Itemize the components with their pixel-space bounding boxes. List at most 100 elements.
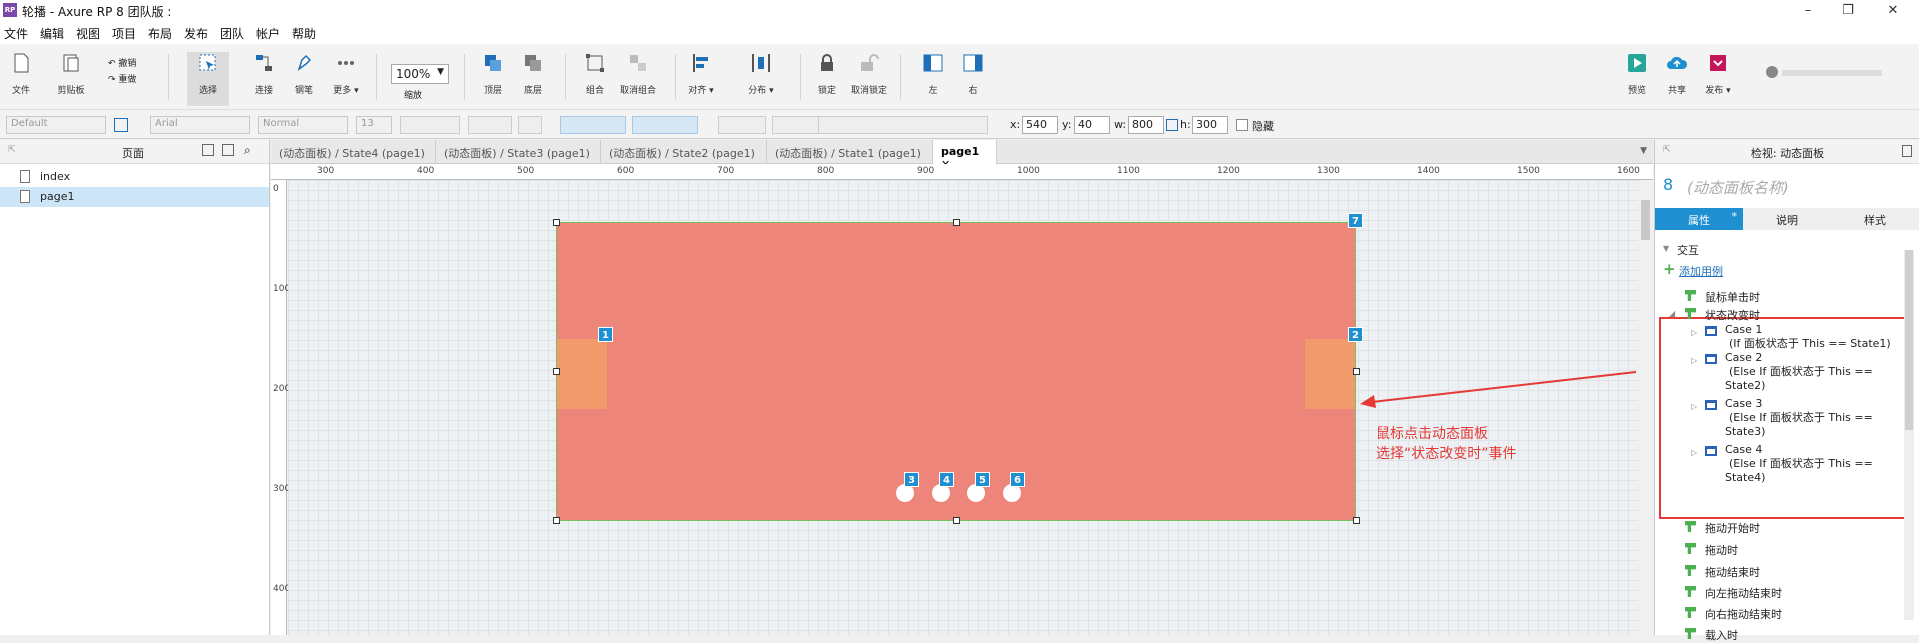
tab-properties[interactable]: 属性 *: [1655, 208, 1743, 230]
event-on-state-change[interactable]: 状态改变时: [1705, 307, 1760, 323]
tab-page1[interactable]: page1 ✕: [933, 140, 997, 171]
pen-button[interactable]: 钢笔: [283, 52, 325, 106]
fill-color-picker[interactable]: [718, 116, 766, 134]
lock-button[interactable]: 锁定: [806, 52, 848, 106]
connect-button[interactable]: 连接: [243, 52, 285, 106]
search-icon[interactable]: ⌕: [244, 143, 251, 158]
shadow-picker[interactable]: [772, 116, 820, 134]
page-item-index[interactable]: index: [0, 167, 269, 187]
style-select[interactable]: Default: [6, 116, 106, 134]
unlock-button[interactable]: 取消锁定: [848, 52, 890, 106]
left-arrow-button[interactable]: [557, 339, 607, 409]
menu-edit[interactable]: 编辑: [40, 25, 64, 42]
case-4[interactable]: Case 4 (Else If 面板状态于 This == State4): [1725, 443, 1873, 485]
design-canvas[interactable]: 7 1 2 3 4 5 6 鼠标点击动态面板 选择“状态改变时”事件: [288, 180, 1638, 635]
share-button[interactable]: 共享: [1656, 52, 1698, 106]
chevron-right-icon[interactable]: ▷: [1691, 402, 1697, 411]
h-input[interactable]: 300: [1192, 116, 1228, 134]
weight-select[interactable]: Normal: [258, 116, 348, 134]
menu-help[interactable]: 帮助: [292, 25, 316, 42]
y-input[interactable]: 40: [1074, 116, 1110, 134]
menu-layout[interactable]: 布局: [148, 25, 172, 42]
event-drag-start[interactable]: 拖动开始时: [1705, 520, 1760, 536]
menu-view[interactable]: 视图: [76, 25, 100, 42]
more-button[interactable]: 更多 ▾: [325, 52, 367, 106]
footnote-badge-4[interactable]: 4: [939, 472, 954, 487]
group-button[interactable]: 组合: [574, 52, 616, 106]
resize-handle[interactable]: [553, 219, 560, 226]
footnote-badge-5[interactable]: 5: [975, 472, 990, 487]
zoom-select[interactable]: 100% ▼: [391, 64, 449, 84]
distribute-button[interactable]: 分布 ▾: [740, 52, 782, 106]
resize-handle[interactable]: [953, 517, 960, 524]
panel-name-input[interactable]: (动态面板名称): [1687, 177, 1789, 198]
right-panel-toggle[interactable]: 右: [952, 52, 994, 106]
bold-italic-underline-group[interactable]: [400, 116, 460, 134]
collapse-icon[interactable]: ⇱: [1663, 145, 1671, 155]
event-drag-end[interactable]: 拖动结束时: [1705, 564, 1760, 580]
footnote-badge-2[interactable]: 2: [1348, 327, 1363, 342]
close-button[interactable]: ✕: [1870, 0, 1916, 22]
dynamic-panel[interactable]: [556, 222, 1356, 521]
font-color-picker[interactable]: [468, 116, 512, 134]
footnote-badge-3[interactable]: 3: [904, 472, 919, 487]
hidden-checkbox[interactable]: [1236, 119, 1248, 131]
send-to-bottom-button[interactable]: 底层: [512, 52, 554, 106]
inspector-scrollbar[interactable]: [1904, 250, 1914, 620]
list-button[interactable]: [518, 116, 542, 134]
chevron-right-icon[interactable]: ▷: [1691, 328, 1697, 337]
left-panel-toggle[interactable]: 左: [912, 52, 954, 106]
select-button[interactable]: 选择: [187, 52, 229, 106]
x-input[interactable]: 540: [1022, 116, 1058, 134]
chevron-down-icon[interactable]: ▼: [1663, 244, 1669, 253]
tab-state3[interactable]: (动态面板) / State3 (page1) ✕: [436, 140, 601, 174]
user-avatar-icon[interactable]: [1766, 66, 1778, 78]
canvas-scrollbar[interactable]: [1638, 180, 1653, 635]
redo-button[interactable]: ↷ 重做: [108, 72, 136, 85]
tab-notes[interactable]: 说明: [1743, 208, 1831, 230]
scrollbar-thumb[interactable]: [1905, 250, 1913, 430]
line-style-group[interactable]: [818, 116, 988, 134]
expanded-triangle-icon[interactable]: ◢: [1669, 309, 1675, 318]
add-icon[interactable]: +: [1663, 260, 1676, 278]
collapse-icon[interactable]: ⇱: [8, 145, 16, 155]
notes-icon[interactable]: [1902, 145, 1912, 157]
w-input[interactable]: 800: [1128, 116, 1164, 134]
tab-state4[interactable]: (动态面板) / State4 (page1) ✕: [271, 140, 436, 174]
style-edit-icon[interactable]: [114, 118, 128, 132]
menu-project[interactable]: 项目: [112, 25, 136, 42]
event-on-load[interactable]: 载入时: [1705, 627, 1738, 643]
page-item-page1[interactable]: page1: [0, 187, 269, 207]
scrollbar-thumb[interactable]: [1641, 200, 1650, 240]
resize-handle[interactable]: [1353, 517, 1360, 524]
tabs-overflow-icon[interactable]: ▼: [1640, 146, 1647, 156]
add-folder-icon[interactable]: [222, 144, 234, 156]
section-interaction[interactable]: 交互: [1677, 242, 1699, 258]
chevron-right-icon[interactable]: ▷: [1691, 448, 1697, 457]
align-button[interactable]: 对齐 ▾: [680, 52, 722, 106]
event-swipe-left[interactable]: 向左拖动结束时: [1705, 585, 1782, 601]
case-1[interactable]: Case 1 (If 面板状态于 This == State1): [1725, 323, 1891, 351]
file-button[interactable]: 文件: [0, 52, 42, 106]
event-dragging[interactable]: 拖动时: [1705, 542, 1738, 558]
size-select[interactable]: 13: [356, 116, 392, 134]
resize-handle[interactable]: [553, 368, 560, 375]
menu-file[interactable]: 文件: [4, 25, 28, 42]
add-page-icon[interactable]: [202, 144, 214, 156]
font-select[interactable]: Arial: [150, 116, 250, 134]
user-name[interactable]: [1782, 70, 1882, 76]
horizontal-align-group[interactable]: [560, 116, 626, 134]
case-3[interactable]: Case 3 (Else If 面板状态于 This == State3): [1725, 397, 1873, 439]
tab-state2[interactable]: (动态面板) / State2 (page1) ✕: [601, 140, 767, 174]
tab-state1[interactable]: (动态面板) / State1 (page1) ✕: [767, 140, 933, 174]
event-onclick[interactable]: 鼠标单击时: [1705, 289, 1760, 305]
publish-button[interactable]: 发布 ▾: [1697, 52, 1739, 106]
undo-button[interactable]: ↶ 撤销: [108, 56, 136, 69]
vertical-align-group[interactable]: [632, 116, 698, 134]
maximize-button[interactable]: ❐: [1825, 0, 1871, 22]
footnote-badge-7[interactable]: 7: [1348, 213, 1363, 228]
resize-handle[interactable]: [953, 219, 960, 226]
event-swipe-right[interactable]: 向右拖动结束时: [1705, 606, 1782, 622]
preview-button[interactable]: 预览: [1616, 52, 1658, 106]
footnote-badge-6[interactable]: 6: [1010, 472, 1025, 487]
